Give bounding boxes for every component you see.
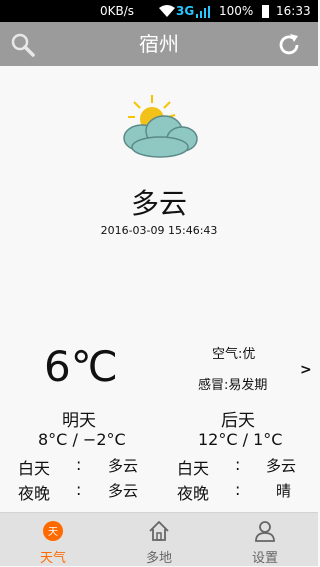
battery-icon [262, 5, 269, 18]
tab-weather-label: 天气 [39, 551, 66, 566]
tab-locations[interactable]: 多地 [106, 513, 212, 567]
city-title: 宿州 [139, 32, 179, 56]
forecast-night-value: 多云 [108, 482, 139, 500]
header-bar: 宿州 [0, 22, 318, 66]
bottom-tab-bar: 天 天气 多地 设置 [0, 512, 318, 566]
forecast-colon: : [235, 480, 241, 499]
cold-index: 感冒:易发期 [198, 378, 268, 393]
forecast-night-label: 夜晚 [18, 484, 51, 503]
partly-cloudy-icon [123, 95, 198, 158]
forecast-day-title: 后天 [221, 411, 255, 431]
status-bar: 0KB/s 3G 100% 16:33 [0, 0, 318, 22]
forecast-day-label: 白天 [18, 459, 51, 478]
home-icon [149, 521, 169, 541]
tab-weather[interactable]: 天 天气 [0, 513, 106, 567]
forecast-colon: : [76, 480, 82, 499]
search-icon[interactable] [10, 32, 36, 58]
air-quality: 空气:优 [212, 347, 256, 362]
forecast-temp-range: 8°C / −2°C [38, 430, 126, 449]
forecast-colon: : [76, 455, 82, 474]
signal-icon [196, 6, 210, 18]
battery-level: 100% [219, 4, 254, 18]
refresh-icon[interactable] [276, 32, 302, 58]
update-time: 2016-03-09 15:46:43 [100, 224, 218, 237]
user-icon [255, 521, 275, 542]
wifi-icon [159, 5, 175, 17]
forecast-day-value: 多云 [266, 457, 297, 475]
weather-description: 多云 [130, 187, 187, 220]
weather-panel: 多云 2016-03-09 15:46:43 6℃ 空气:优 感冒:易发期 > … [0, 66, 318, 512]
forecast-colon: : [235, 455, 241, 474]
tab-locations-label: 多地 [145, 551, 172, 566]
forecast-night-label: 夜晚 [177, 484, 210, 503]
network-type: 3G [176, 4, 195, 18]
current-temperature: 6℃ [44, 342, 118, 391]
forecast-day-label: 白天 [177, 459, 210, 478]
weather-icon: 天 [43, 521, 63, 541]
forecast-day-title: 明天 [62, 411, 96, 431]
forecast-temp-range: 12°C / 1°C [198, 430, 283, 449]
clock: 16:33 [276, 4, 311, 18]
net-speed: 0KB/s [100, 4, 135, 18]
forecast-night-value: 晴 [276, 482, 292, 500]
svg-text:天: 天 [48, 527, 58, 538]
tab-settings-label: 设置 [251, 551, 278, 566]
forecast-day-value: 多云 [108, 457, 139, 475]
tab-settings[interactable]: 设置 [212, 513, 318, 567]
more-details-arrow[interactable]: > [300, 362, 312, 378]
